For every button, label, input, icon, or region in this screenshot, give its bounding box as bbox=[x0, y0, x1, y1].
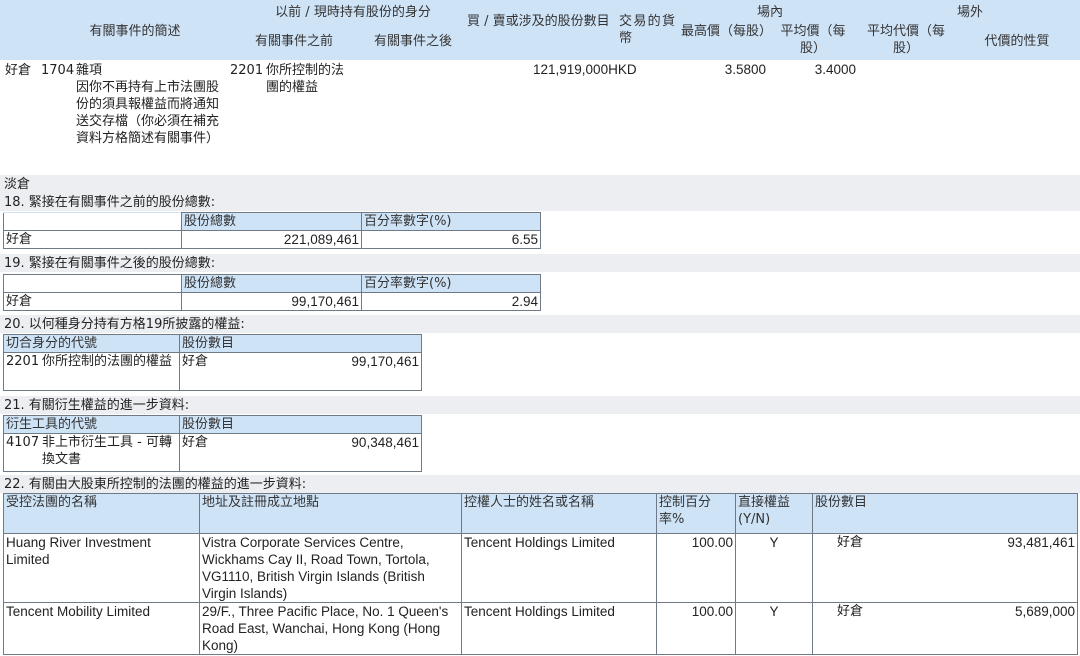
section18-col-total: 股份總數 bbox=[181, 212, 362, 231]
section20-position: 好倉 bbox=[182, 354, 209, 369]
row-control-pct: 100.00 bbox=[656, 602, 736, 655]
row-corp-name: Tencent Mobility Limited bbox=[3, 602, 200, 655]
table-row: Tencent Mobility Limited 29/F., Three Pa… bbox=[3, 602, 1078, 655]
section21-desc: 非上市衍生工具 - 可轉換文書 bbox=[42, 435, 172, 467]
section18-pct: 6.55 bbox=[361, 230, 541, 249]
row-shares-cell: 好倉 5,689,000 bbox=[812, 602, 1078, 655]
section22-title: 22. 有關由大股東所控制的法團的權益的進一步資料: bbox=[4, 477, 307, 492]
section21-shares: 90,348,461 bbox=[351, 435, 419, 450]
event-capacity-code: 2201 bbox=[230, 63, 264, 78]
section18-title: 18. 緊接在有關事件之前的股份總數: bbox=[4, 195, 216, 210]
section22-col-address: 地址及註冊成立地點 bbox=[199, 493, 462, 534]
section21-col-shares: 股份數目 bbox=[179, 415, 422, 434]
section19-title: 19. 緊接在有關事件之後的股份總數: bbox=[4, 256, 216, 271]
section20-col-code: 切合身分的代號 bbox=[3, 334, 180, 353]
row-shares: 93,481,461 bbox=[1007, 535, 1075, 550]
section21-title: 21. 有關衍生權益的進一步資料: bbox=[4, 398, 190, 413]
header-capacity-before: 有關事件之前 bbox=[254, 34, 333, 49]
event-average-price: 3.4000 bbox=[814, 62, 856, 77]
header-average-price: 平均價（每股） bbox=[780, 24, 846, 56]
section19-pct: 2.94 bbox=[361, 292, 541, 311]
section19-total: 99,170,461 bbox=[181, 292, 362, 311]
section18-blank-head bbox=[3, 212, 182, 231]
event-description: 雜項 因你不再持有上市法團股份的須具報權益而將通知送交存檔（你必須在補充資料方格… bbox=[76, 63, 220, 146]
row-position: 好倉 bbox=[837, 535, 864, 550]
section22-col-control-pct: 控制百分率% bbox=[656, 493, 736, 534]
row-shares: 5,689,000 bbox=[1014, 604, 1075, 619]
section20-table: 切合身分的代號 股份數目 2201 你所控制的法團的權益 好倉 99,170,4… bbox=[3, 334, 422, 391]
header-shares-involved: 買 / 賣或涉及的股份數目 bbox=[467, 14, 610, 29]
section19-row-label: 好倉 bbox=[3, 292, 182, 311]
section20-desc: 你所控制的法團的權益 bbox=[42, 354, 173, 369]
header-avg-consideration: 平均代價（每股） bbox=[866, 24, 945, 56]
row-direct: Y bbox=[735, 533, 813, 603]
header-on-exchange: 場內 bbox=[756, 5, 783, 20]
section22-col-corp-name: 受控法團的名稱 bbox=[3, 493, 200, 534]
section21-derivative-cell: 4107 非上市衍生工具 - 可轉換文書 bbox=[3, 433, 180, 472]
section18-total: 221,089,461 bbox=[181, 230, 362, 249]
section21-code: 4107 bbox=[6, 435, 40, 450]
section22-col-controller: 控權人士的姓名或名稱 bbox=[461, 493, 657, 534]
row-controller: Tencent Holdings Limited bbox=[461, 533, 657, 603]
section19-col-pct: 百分率數字(%) bbox=[361, 274, 541, 293]
row-direct: Y bbox=[735, 602, 813, 655]
section20-col-shares: 股份數目 bbox=[179, 334, 422, 353]
section21-shares-cell: 好倉 90,348,461 bbox=[179, 433, 422, 472]
header-event-summary: 有關事件的簡述 bbox=[89, 24, 181, 39]
section19-table: 股份總數 百分率數字(%) 好倉 99,170,461 2.94 bbox=[3, 274, 541, 311]
row-shares-cell: 好倉 93,481,461 bbox=[812, 533, 1078, 603]
section20-capacity-cell: 2201 你所控制的法團的權益 bbox=[3, 352, 180, 391]
table-row: Huang River Investment Limited Vistra Co… bbox=[3, 533, 1078, 603]
section19-col-total: 股份總數 bbox=[181, 274, 362, 293]
header-nature-consideration: 代價的性質 bbox=[984, 34, 1050, 49]
row-address: 29/F., Three Pacific Place, No. 1 Queen'… bbox=[199, 602, 462, 655]
section22-col-shares: 股份數目 bbox=[812, 493, 1078, 534]
section21-table: 衍生工具的代號 股份數目 4107 非上市衍生工具 - 可轉換文書 好倉 90,… bbox=[3, 415, 422, 472]
section20-shares-cell: 好倉 99,170,461 bbox=[179, 352, 422, 391]
header-currency: 交易的貨幣 bbox=[619, 14, 675, 46]
section20-shares: 99,170,461 bbox=[351, 354, 419, 369]
section22-col-direct: 直接權益(Y/N) bbox=[735, 493, 813, 534]
section21-position: 好倉 bbox=[182, 435, 209, 450]
row-position: 好倉 bbox=[837, 604, 864, 619]
event-capacity-desc: 你所控制的法團的權益 bbox=[266, 63, 345, 95]
short-position-label: 淡倉 bbox=[4, 177, 31, 192]
row-address: Vistra Corporate Services Centre, Wickha… bbox=[199, 533, 462, 603]
section20-title: 20. 以何種身分持有方格19所披露的權益: bbox=[4, 317, 245, 332]
section21-col-code: 衍生工具的代號 bbox=[3, 415, 180, 434]
event-code: 1704 bbox=[41, 63, 75, 78]
section18-col-pct: 百分率數字(%) bbox=[361, 212, 541, 231]
section18-row-label: 好倉 bbox=[3, 230, 182, 249]
header-highest-price: 最高價（每股） bbox=[681, 24, 773, 39]
section19-blank-head bbox=[3, 274, 182, 293]
event-highest-price: 3.5800 bbox=[724, 62, 766, 77]
section20-code: 2201 bbox=[6, 354, 40, 369]
event-position: 好倉 bbox=[5, 63, 32, 78]
event-shares-currency: 121,919,000HKD bbox=[533, 62, 637, 77]
header-capacity-group: 以前 / 現時持有股份的身分 bbox=[275, 5, 431, 20]
section22-table: 受控法團的名稱 地址及註冊成立地點 控權人士的姓名或名稱 控制百分率% 直接權益… bbox=[3, 493, 1078, 655]
row-controller: Tencent Holdings Limited bbox=[461, 602, 657, 655]
header-capacity-after: 有關事件之後 bbox=[373, 34, 452, 49]
row-control-pct: 100.00 bbox=[656, 533, 736, 603]
section18-table: 股份總數 百分率數字(%) 好倉 221,089,461 6.55 bbox=[3, 212, 541, 249]
row-corp-name: Huang River Investment Limited bbox=[3, 533, 200, 603]
header-off-exchange: 場外 bbox=[956, 5, 983, 20]
